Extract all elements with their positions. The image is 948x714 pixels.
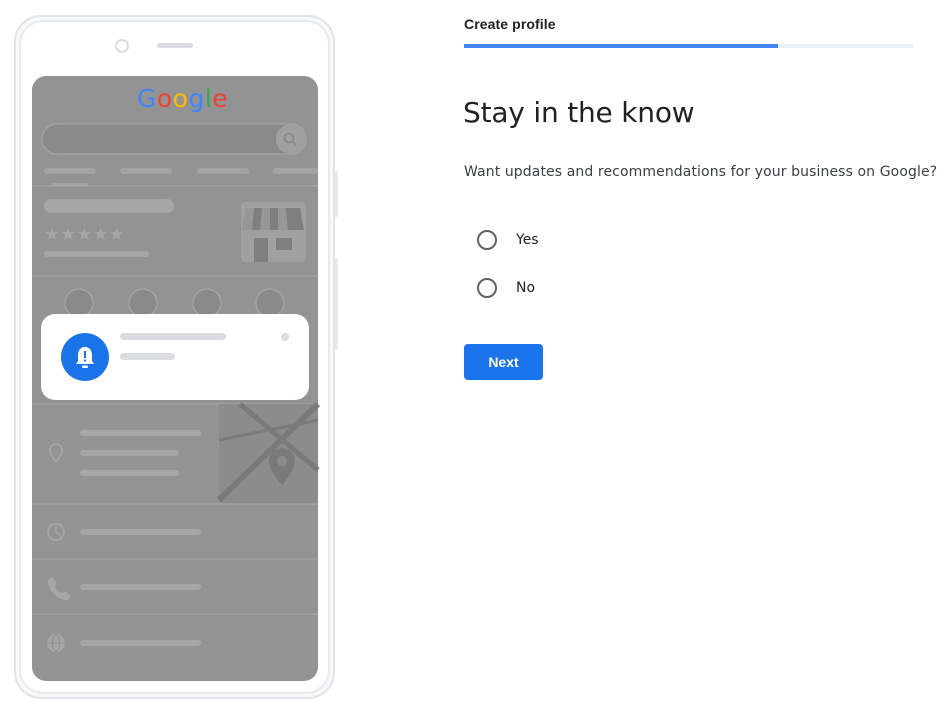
notification-card: [41, 314, 309, 400]
step-title: Create profile: [464, 16, 556, 32]
radio-label-no: No: [516, 280, 536, 296]
page-heading: Stay in the know: [463, 96, 695, 129]
directions-action-icon: [128, 288, 158, 318]
progress-fill: [464, 44, 779, 48]
radio-label-yes: Yes: [516, 232, 539, 248]
phone-illustration: ★★★★★ Google: [0, 0, 350, 714]
logo-letter: l: [204, 84, 213, 113]
speaker: [157, 43, 193, 48]
next-button[interactable]: Next: [464, 344, 543, 380]
logo-letter: o: [172, 84, 189, 113]
radio-button[interactable]: [477, 230, 497, 250]
call-action-icon: [64, 288, 94, 318]
google-logo: Google: [137, 84, 228, 113]
rating-stars: ★★★★★: [44, 224, 125, 245]
logo-letter: g: [188, 84, 205, 113]
store-icon: [241, 202, 306, 262]
search-bar-shape: [41, 123, 307, 155]
progress-bar: [464, 44, 913, 48]
logo-letter: o: [156, 84, 173, 113]
logo-letter: G: [137, 84, 157, 113]
radio-button[interactable]: [477, 278, 497, 298]
save-action-icon: [192, 288, 222, 318]
website-action-icon: [255, 288, 285, 318]
question-text: Want updates and recommendations for you…: [464, 164, 938, 180]
radio-option-yes[interactable]: Yes: [477, 228, 539, 252]
radio-option-no[interactable]: No: [477, 276, 535, 300]
logo-letter: e: [212, 84, 229, 113]
